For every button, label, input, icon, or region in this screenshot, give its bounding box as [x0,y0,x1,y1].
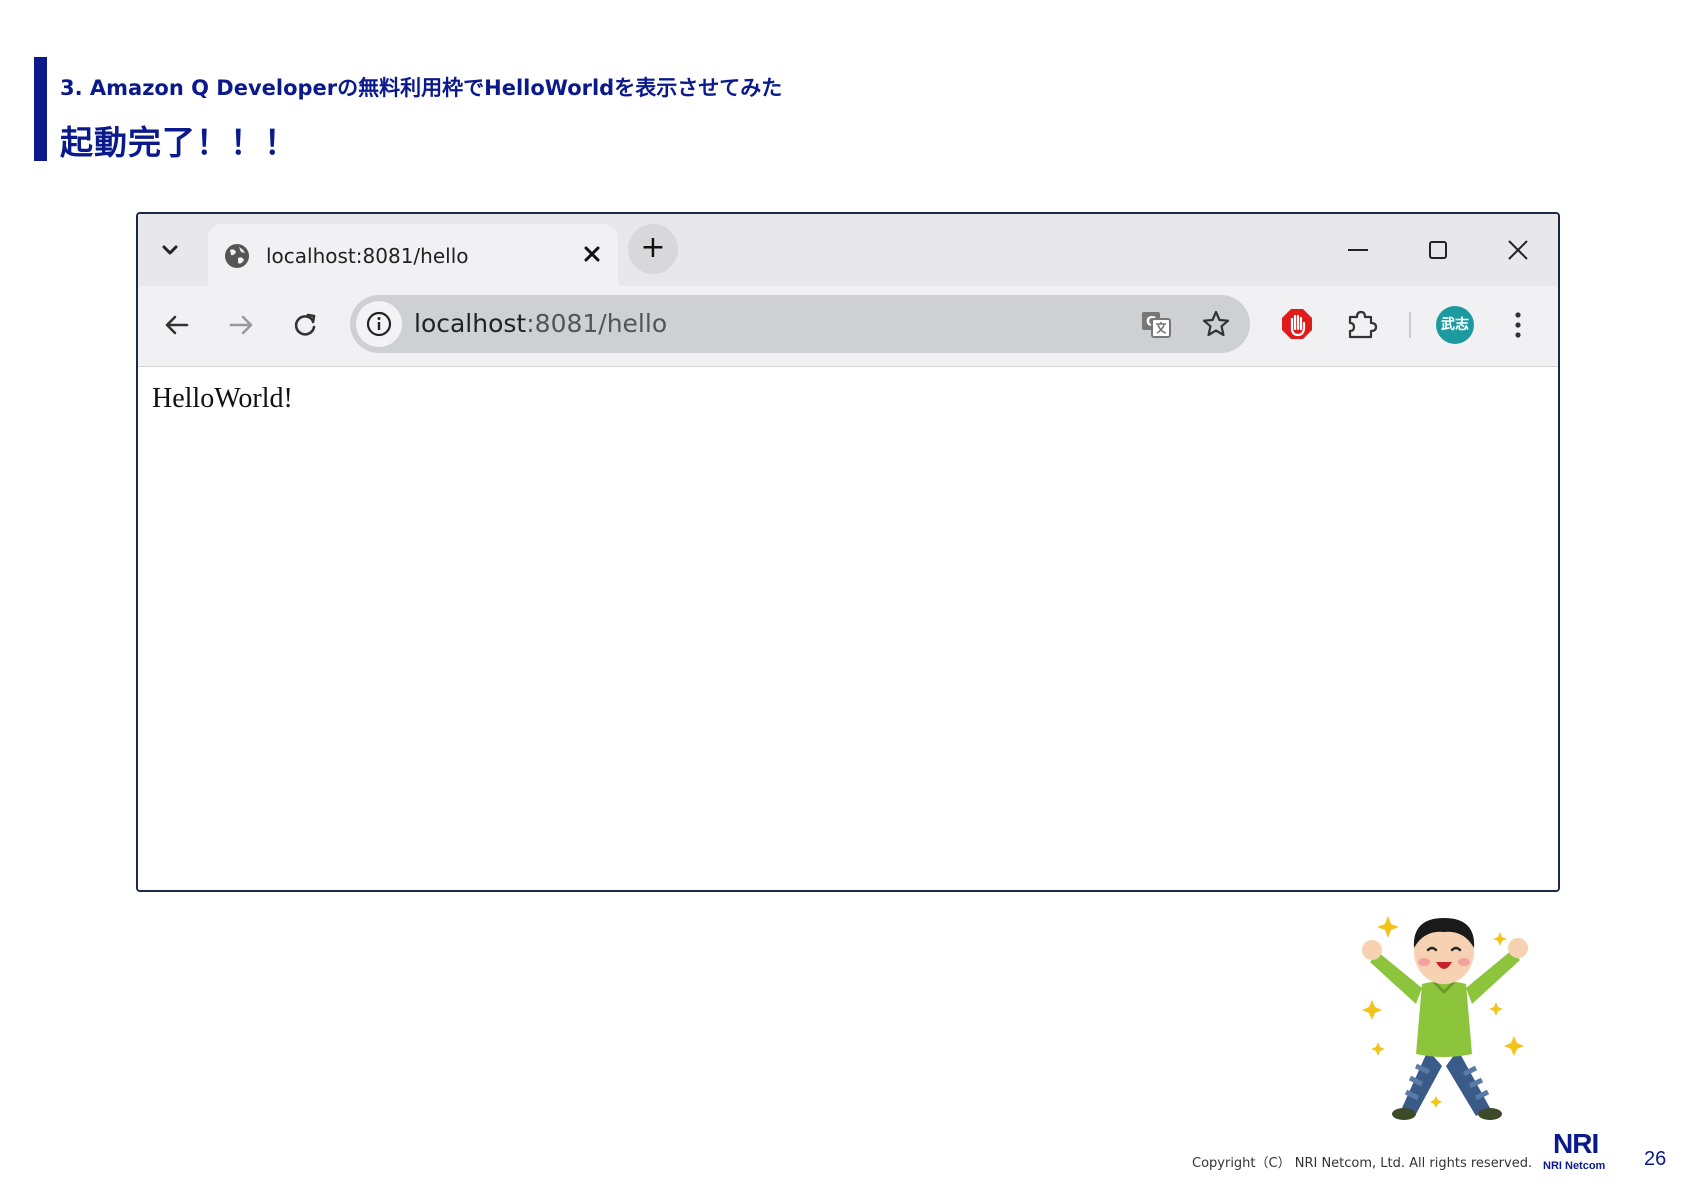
window-close-icon[interactable] [1504,236,1532,264]
celebrating-person-illustration [1350,908,1550,1138]
slide-title: 起動完了！！！ [60,123,298,162]
profile-avatar[interactable]: 武志 [1436,306,1474,344]
browser-window-screenshot: localhost:8081/hello + localhost:8081/he… [136,212,1560,892]
browser-tabstrip: localhost:8081/hello + [138,214,1558,286]
page-number: 26 [1644,1148,1667,1170]
nri-netcom-logo: NRI NRI Netcom [1543,1128,1623,1174]
stop-hand-icon[interactable] [1280,307,1314,341]
kebab-menu-icon[interactable] [1506,306,1530,344]
star-icon[interactable] [1200,308,1232,340]
browser-toolbar: localhost:8081/hello G 武志 [138,286,1558,367]
minimize-icon[interactable] [1344,236,1372,264]
forward-arrow-icon[interactable] [224,308,258,342]
title-accent-bar [34,57,47,161]
url-host: localhost [414,309,527,338]
new-tab-button[interactable]: + [628,224,678,274]
maximize-icon[interactable] [1424,236,1452,264]
site-info-icon[interactable] [356,301,402,347]
chevron-down-icon[interactable] [156,236,184,264]
slide-subtitle: 3. Amazon Q Developerの無料利用枠でHelloWorldを表… [60,76,783,100]
back-arrow-icon[interactable] [160,308,194,342]
translate-icon[interactable]: G [1140,308,1172,340]
tab-title: localhost:8081/hello [266,244,469,268]
copyright-text: Copyright（C） NRI Netcom, Ltd. All rights… [1192,1156,1533,1171]
logo-mark: NRI [1553,1128,1599,1159]
page-content-text: HelloWorld! [152,383,293,414]
logo-name: NRI Netcom [1543,1160,1606,1172]
address-bar[interactable]: localhost:8081/hello G [350,295,1250,353]
address-url: localhost:8081/hello [414,309,667,338]
reload-icon[interactable] [288,308,322,342]
browser-viewport: HelloWorld! [138,367,1558,890]
browser-tab-active[interactable]: localhost:8081/hello [208,224,618,286]
url-path: :8081/hello [526,309,668,338]
close-icon[interactable] [578,240,606,268]
globe-icon [224,243,250,269]
puzzle-icon[interactable] [1344,307,1378,341]
toolbar-divider [1409,312,1411,338]
